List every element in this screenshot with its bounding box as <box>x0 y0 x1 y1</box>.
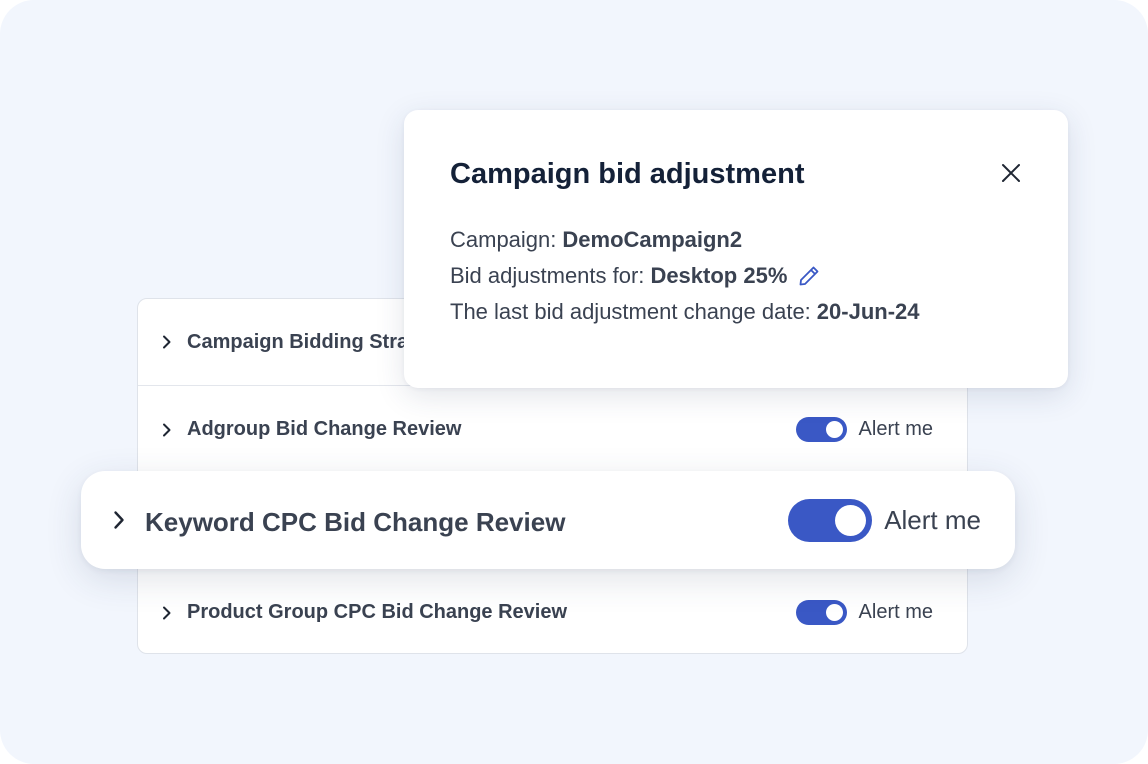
alert-me-control: Alert me <box>795 417 933 442</box>
toggle-knob <box>825 421 843 438</box>
alert-label: Alert me <box>884 505 981 535</box>
alert-me-control: Alert me <box>788 499 981 542</box>
bid-adjustment-label: Bid adjustments for: <box>450 263 645 288</box>
toggle-knob <box>825 604 843 621</box>
list-row-adgroup-bid-change-review[interactable]: Adgroup Bid Change Review Alert me <box>138 386 967 473</box>
chevron-right-icon[interactable] <box>162 423 174 437</box>
close-icon[interactable] <box>1001 163 1021 188</box>
chevron-right-icon[interactable] <box>162 606 174 620</box>
list-row-product-group-cpc-bid-change-review[interactable]: Product Group CPC Bid Change Review Aler… <box>138 569 967 656</box>
row-title: Product Group CPC Bid Change Review <box>187 601 568 623</box>
chevron-right-icon[interactable] <box>162 335 174 349</box>
bid-adjustment-line: Bid adjustments for: Desktop 25% <box>450 263 821 289</box>
last-change-date-value: 20-Jun-24 <box>816 299 920 324</box>
page-background: Campaign Bidding Strategy Adgroup Bid Ch… <box>0 0 1148 764</box>
highlighted-row-keyword-cpc-bid-change-review[interactable]: Keyword CPC Bid Change Review Alert me <box>81 471 1015 569</box>
campaign-value: DemoCampaign2 <box>562 227 743 252</box>
last-change-date-label: The last bid adjustment change date: <box>450 299 811 324</box>
alert-label: Alert me <box>858 601 933 623</box>
last-change-date-line: The last bid adjustment change date: 20-… <box>450 299 920 325</box>
alert-me-control: Alert me <box>795 600 933 625</box>
alert-toggle[interactable] <box>795 417 847 442</box>
alert-toggle[interactable] <box>795 600 847 625</box>
alert-toggle[interactable] <box>788 499 873 542</box>
pencil-icon[interactable] <box>797 264 821 288</box>
toggle-knob <box>835 505 867 536</box>
bid-adjustment-value: Desktop 25% <box>650 263 788 288</box>
row-title: Adgroup Bid Change Review <box>187 418 462 440</box>
campaign-line: Campaign: DemoCampaign2 <box>450 227 742 253</box>
campaign-label: Campaign: <box>450 227 557 252</box>
popup-title: Campaign bid adjustment <box>450 158 805 190</box>
chevron-right-icon[interactable] <box>113 510 127 530</box>
row-title: Keyword CPC Bid Change Review <box>145 507 566 537</box>
close-button[interactable] <box>996 160 1026 190</box>
alert-label: Alert me <box>858 418 933 440</box>
bid-adjustment-popup: Campaign bid adjustment Campaign: DemoCa… <box>404 110 1068 388</box>
